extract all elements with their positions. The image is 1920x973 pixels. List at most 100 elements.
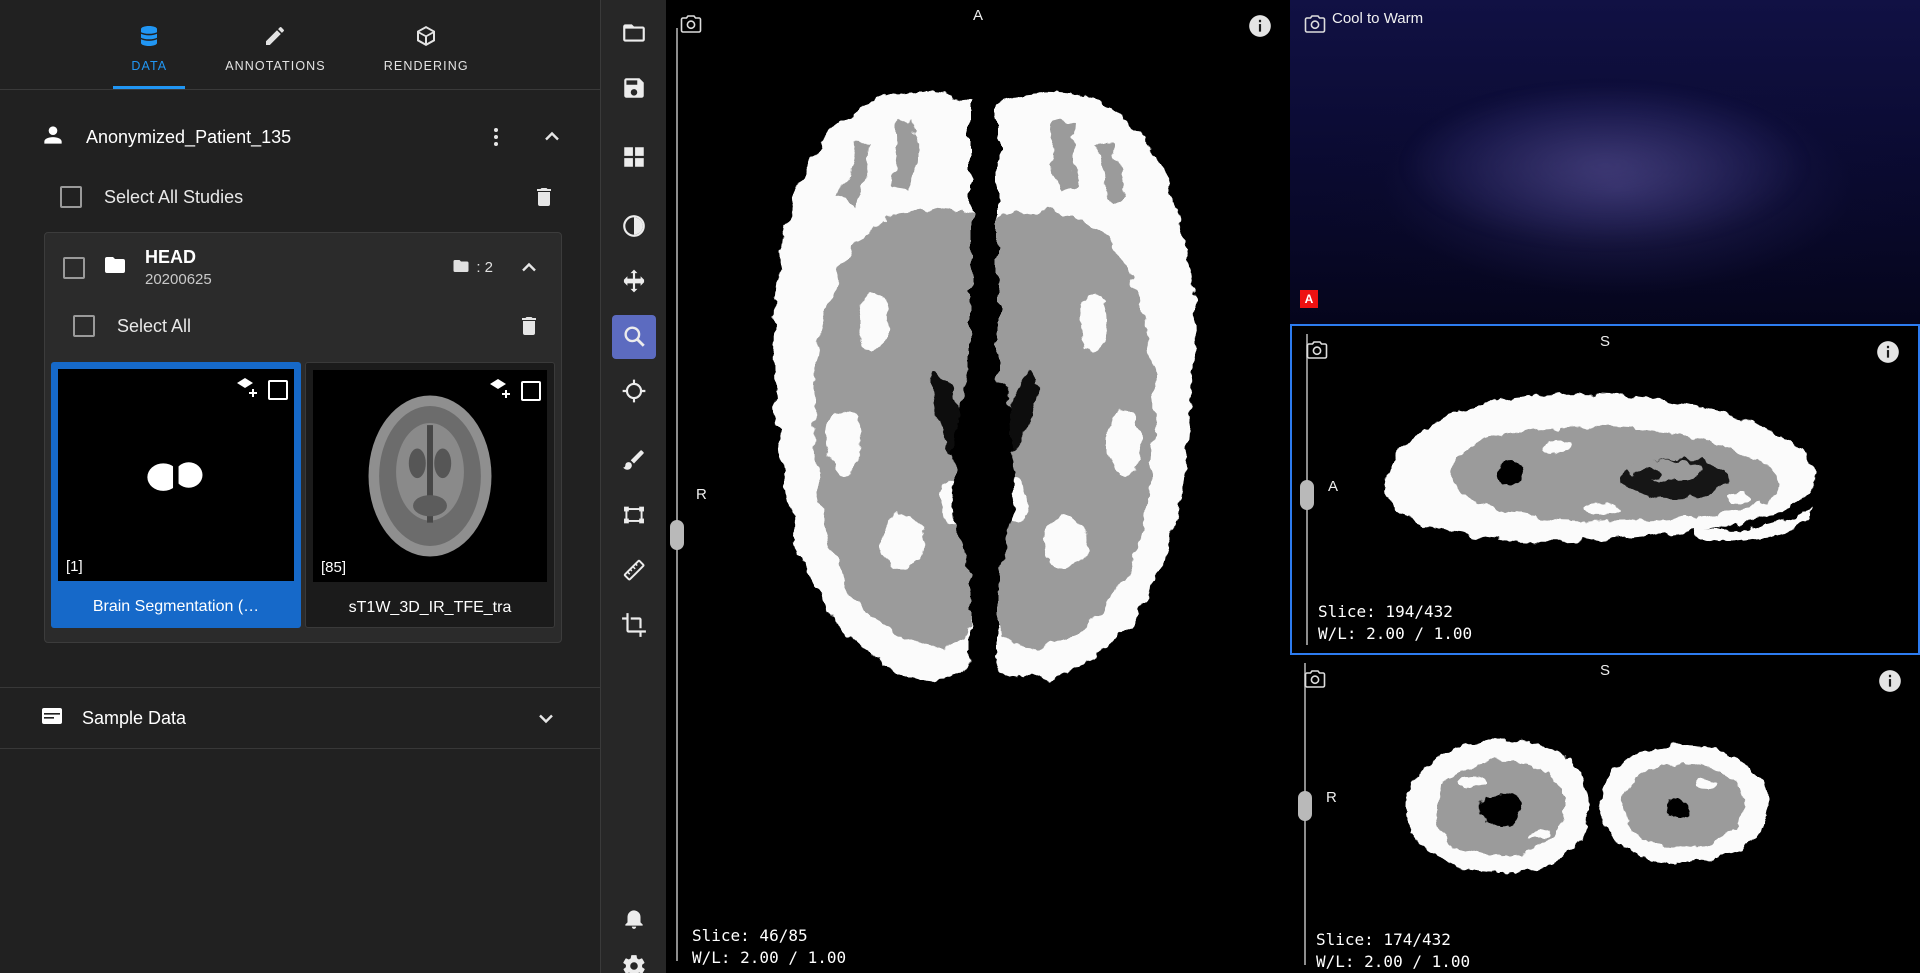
- settings-button[interactable]: [612, 945, 656, 973]
- paintbrush-icon: [621, 447, 647, 476]
- series-checkbox-t1w[interactable]: [521, 381, 541, 401]
- ruler-tool-button[interactable]: [612, 549, 656, 593]
- screenshot-camera-button[interactable]: [1297, 661, 1333, 697]
- select-all-studies-checkbox[interactable]: [60, 186, 82, 208]
- rectangle-icon: [621, 502, 647, 531]
- layers-add-icon[interactable]: [487, 376, 511, 405]
- open-files-button[interactable]: [612, 12, 656, 56]
- select-all-studies-label: Select All Studies: [104, 187, 504, 208]
- patient-name: Anonymized_Patient_135: [86, 127, 458, 148]
- orientation-axis-marker: A: [1300, 290, 1318, 308]
- delete-studies-button[interactable]: [526, 179, 562, 215]
- crosshairs-tool-button[interactable]: [612, 370, 656, 414]
- view-info-button[interactable]: [1872, 663, 1908, 699]
- axial-brain-image: [724, 22, 1244, 722]
- tab-annotations[interactable]: ANNOTATIONS: [201, 8, 350, 89]
- patient-accordion-header[interactable]: Anonymized_Patient_135: [0, 104, 600, 170]
- orientation-label-superior: S: [1600, 662, 1610, 679]
- layers-add-icon[interactable]: [234, 375, 258, 404]
- sagittal-brain-image: [1347, 358, 1847, 568]
- ruler-icon: [621, 557, 647, 586]
- series-tile-segmentation[interactable]: [1] Brain Segmentation (…: [51, 362, 301, 628]
- series-frame-count: [1]: [66, 558, 83, 575]
- study-header[interactable]: HEAD 20200625 : 2: [45, 233, 561, 300]
- tab-data[interactable]: DATA: [107, 8, 191, 89]
- sample-data-label: Sample Data: [82, 708, 510, 729]
- crop-tool-button[interactable]: [612, 604, 656, 648]
- axial-view[interactable]: A R: [666, 0, 1290, 973]
- colormap-preset-label: Cool to Warm: [1332, 10, 1423, 27]
- notifications-button[interactable]: [612, 897, 656, 941]
- bell-icon: [621, 905, 647, 934]
- save-session-button[interactable]: [612, 67, 656, 111]
- study-name: HEAD: [145, 247, 434, 268]
- tab-data-label: DATA: [131, 59, 167, 73]
- zoom-tool-button[interactable]: [612, 315, 656, 359]
- series-frame-count: [85]: [321, 559, 346, 576]
- pan-arrows-icon: [621, 268, 647, 297]
- series-thumbnail-t1w: [85]: [313, 370, 547, 582]
- screenshot-camera-button[interactable]: [673, 6, 709, 42]
- study-collapse-button[interactable]: [511, 250, 547, 286]
- volume-rendering-image: [1347, 65, 1864, 266]
- sagittal-view[interactable]: S A: [1290, 324, 1920, 655]
- save-icon: [621, 75, 647, 104]
- person-icon: [40, 122, 66, 153]
- layouts-button[interactable]: [612, 136, 656, 180]
- view-info-button[interactable]: [1242, 8, 1278, 44]
- folder-count-icon: [452, 257, 470, 279]
- slice-indicator: Slice: 174/432: [1316, 930, 1451, 949]
- folder-icon: [103, 253, 127, 282]
- coronal-view[interactable]: S R: [1290, 655, 1920, 973]
- left-panel: DATA ANNOTATIONS RENDERING Anonymized_Pa…: [0, 0, 600, 973]
- axial-slice-slider[interactable]: [676, 28, 678, 961]
- pencil-icon: [263, 24, 287, 51]
- paint-tool-button[interactable]: [612, 439, 656, 483]
- volview-app: DATA ANNOTATIONS RENDERING Anonymized_Pa…: [0, 0, 1920, 973]
- coronal-slice-slider-handle[interactable]: [1298, 791, 1312, 821]
- view-info-button[interactable]: [1870, 334, 1906, 370]
- orientation-label-right: R: [1326, 789, 1337, 806]
- tab-rendering[interactable]: RENDERING: [360, 8, 493, 89]
- orientation-label-right: R: [696, 486, 707, 503]
- pan-tool-button[interactable]: [612, 260, 656, 304]
- database-icon: [137, 24, 161, 51]
- volume-3d-view[interactable]: Cool to Warm A: [1290, 0, 1920, 324]
- patient-collapse-button[interactable]: [534, 119, 570, 155]
- module-tab-bar: DATA ANNOTATIONS RENDERING: [0, 0, 600, 90]
- window-level-indicator: W/L: 2.00 / 1.00: [692, 948, 846, 967]
- select-all-series-checkbox[interactable]: [73, 315, 95, 337]
- series-label-segmentation: Brain Segmentation (…: [51, 588, 301, 626]
- toolbar-bottom: [612, 897, 656, 973]
- tool-strip: [600, 0, 666, 973]
- series-tile-t1w[interactable]: [85] sT1W_3D_IR_TFE_tra: [305, 362, 555, 628]
- layout-grid-icon: [621, 144, 647, 173]
- axial-slice-slider-handle[interactable]: [670, 520, 684, 550]
- sample-data-expand-button[interactable]: [528, 700, 564, 736]
- window-level-indicator: W/L: 2.00 / 1.00: [1318, 624, 1472, 643]
- crop-icon: [621, 612, 647, 641]
- screenshot-camera-button[interactable]: [1299, 332, 1335, 368]
- rectangle-tool-button[interactable]: [612, 494, 656, 538]
- series-label-t1w: sT1W_3D_IR_TFE_tra: [306, 589, 554, 627]
- screenshot-camera-button[interactable]: [1297, 6, 1333, 42]
- sagittal-slice-slider[interactable]: [1306, 334, 1308, 645]
- coronal-slice-slider[interactable]: [1304, 663, 1306, 965]
- series-thumbnail-segmentation: [1]: [58, 369, 294, 581]
- orientation-label-superior: S: [1600, 333, 1610, 350]
- table-icon: [40, 704, 64, 733]
- window-level-tool-button[interactable]: [612, 205, 656, 249]
- study-checkbox[interactable]: [63, 257, 85, 279]
- sagittal-slice-slider-handle[interactable]: [1300, 480, 1314, 510]
- study-card: HEAD 20200625 : 2 Select All: [44, 232, 562, 643]
- slice-indicator: Slice: 194/432: [1318, 602, 1453, 621]
- delete-series-button[interactable]: [511, 308, 547, 344]
- patient-menu-button[interactable]: [478, 119, 514, 155]
- sample-data-header[interactable]: Sample Data: [0, 687, 600, 749]
- series-checkbox-segmentation[interactable]: [268, 380, 288, 400]
- folder-open-icon: [621, 20, 647, 49]
- study-date: 20200625: [145, 271, 434, 288]
- tab-rendering-label: RENDERING: [384, 59, 469, 73]
- magnifier-icon: [621, 323, 647, 352]
- right-view-column: Cool to Warm A S A: [1290, 0, 1920, 973]
